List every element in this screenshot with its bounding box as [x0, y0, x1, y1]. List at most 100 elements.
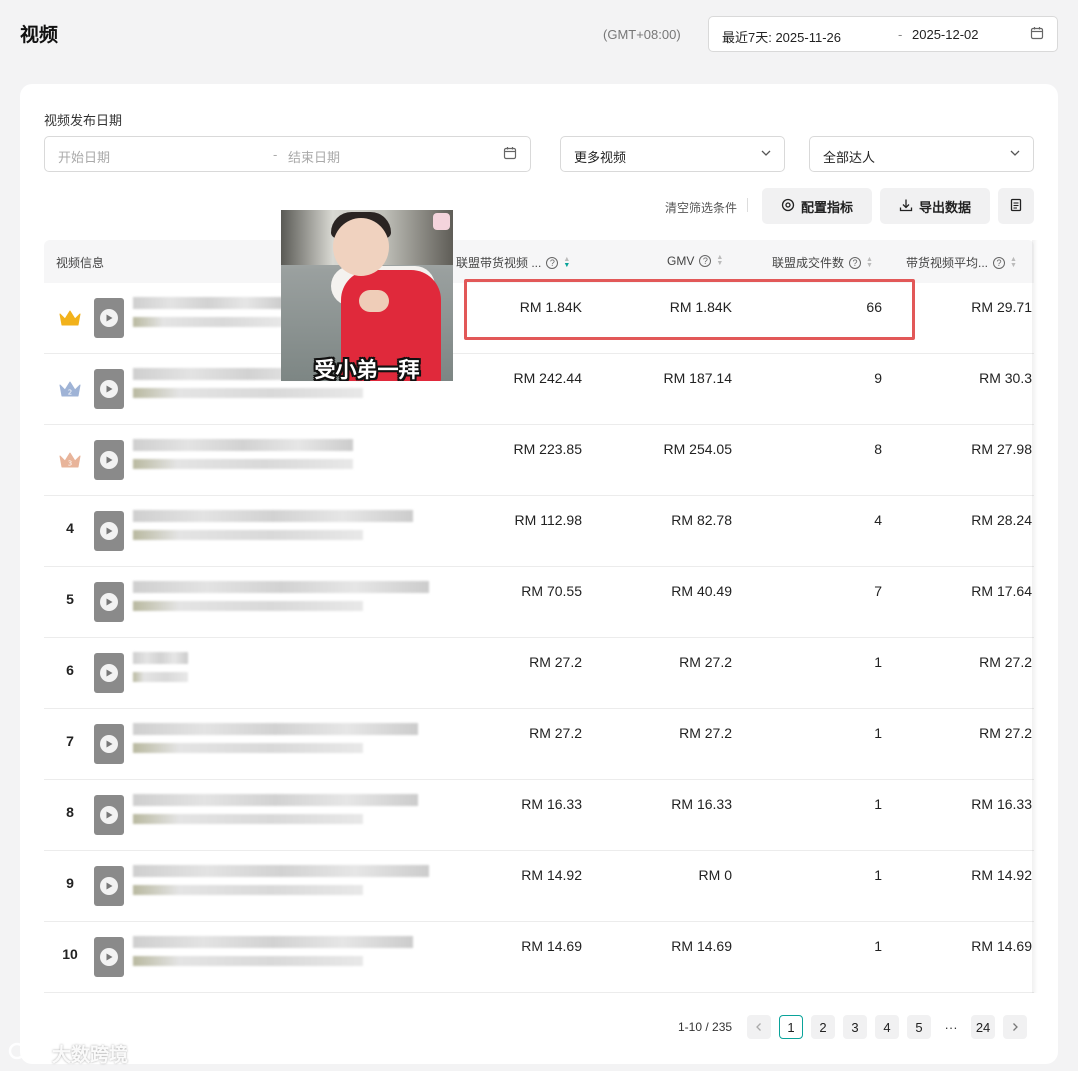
table-row[interactable]: 10 RM 14.69 RM 14.69 1 RM 14.69 [44, 922, 1034, 993]
config-metrics-button[interactable]: 配置指标 [762, 188, 872, 224]
prev-page-button[interactable] [747, 1015, 772, 1039]
video-title-blurred[interactable] [133, 794, 418, 806]
sort-icon[interactable]: ▲ ▼ [716, 254, 723, 267]
calendar-icon[interactable] [503, 146, 517, 163]
video-thumbnail[interactable] [94, 298, 124, 338]
play-icon[interactable] [100, 664, 118, 682]
table-row[interactable]: 4 RM 112.98 RM 82.78 4 RM 28.24 [44, 496, 1034, 567]
table-row[interactable]: 3 RM 223.85 RM 254.05 8 RM 27.98 [44, 425, 1034, 496]
play-icon[interactable] [100, 877, 118, 895]
table-row[interactable]: 6 RM 27.2 RM 27.2 1 RM 27.2 [44, 638, 1034, 709]
gear-icon [781, 198, 795, 215]
page-button-5[interactable]: 5 [907, 1015, 932, 1039]
cell-avg: RM 27.2 [979, 654, 1032, 670]
cell-gmv: RM 254.05 [663, 441, 732, 457]
table-scroll-shadow [1032, 240, 1038, 993]
video-title-blurred[interactable] [133, 297, 283, 309]
creator-select[interactable]: 全部达人 [809, 136, 1034, 172]
play-icon[interactable] [100, 522, 118, 540]
play-icon[interactable] [100, 948, 118, 966]
date-range-picker[interactable]: 最近7天: 2025-11-26 - 2025-12-02 [708, 16, 1058, 52]
column-affiliate-orders-label: 联盟成交件数 [772, 256, 845, 270]
rank-number: 4 [66, 520, 74, 536]
video-thumbnail[interactable] [94, 582, 124, 622]
page-button-1[interactable]: 1 [779, 1015, 804, 1039]
video-title-blurred[interactable] [133, 581, 429, 593]
creator-info-blurred [133, 601, 363, 611]
video-title-blurred[interactable] [133, 439, 353, 451]
column-avg[interactable]: 带货视频平均... ? ▲ ▼ [906, 254, 1017, 271]
cell-affiliate-orders: 4 [874, 512, 882, 528]
cell-affiliate-orders: 7 [874, 583, 882, 599]
page-button-2[interactable]: 2 [811, 1015, 836, 1039]
sort-icon[interactable]: ▲ ▼ [1010, 256, 1017, 269]
table-row[interactable]: 2 RM 242.44 RM 187.14 9 RM 30.3 [44, 354, 1034, 425]
table-row[interactable]: 9 RM 14.92 RM 0 1 RM 14.92 [44, 851, 1034, 922]
video-title-blurred[interactable] [133, 723, 418, 735]
page-button-4[interactable]: 4 [875, 1015, 900, 1039]
column-affiliate-revenue-label: 联盟带货视频 ... [456, 256, 542, 270]
creator-info-blurred [133, 317, 283, 327]
document-button[interactable] [998, 188, 1034, 224]
video-thumbnail[interactable] [94, 866, 124, 906]
cell-affiliate-revenue: RM 27.2 [529, 654, 582, 670]
page-button-last[interactable]: 24 [971, 1015, 996, 1039]
cell-affiliate-orders: 1 [874, 725, 882, 741]
play-icon[interactable] [100, 806, 118, 824]
help-icon[interactable]: ? [993, 256, 1006, 269]
video-title-blurred[interactable] [133, 510, 413, 522]
rank-number: 6 [66, 662, 74, 678]
table-row[interactable]: 8 RM 16.33 RM 16.33 1 RM 16.33 [44, 780, 1034, 851]
play-icon[interactable] [100, 309, 118, 327]
video-title-blurred[interactable] [133, 936, 413, 948]
video-type-value: 更多视频 [574, 150, 627, 165]
play-icon[interactable] [100, 593, 118, 611]
table-row[interactable]: 5 RM 70.55 RM 40.49 7 RM 17.64 [44, 567, 1034, 638]
creator-info-blurred [133, 672, 188, 682]
calendar-icon[interactable] [1030, 26, 1044, 43]
table-row[interactable]: RM 1.84K RM 1.84K 66 RM 29.71 [44, 283, 1034, 354]
cell-avg: RM 29.71 [971, 299, 1032, 315]
page-button-3[interactable]: 3 [843, 1015, 868, 1039]
cell-affiliate-revenue: RM 70.55 [521, 583, 582, 599]
date-range-separator: - [898, 27, 903, 42]
video-thumbnail[interactable] [94, 795, 124, 835]
video-thumbnail[interactable] [94, 724, 124, 764]
column-affiliate-revenue[interactable]: 联盟带货视频 ... ? ▲ ▼ [456, 254, 570, 271]
video-thumbnail[interactable] [94, 369, 124, 409]
start-date-placeholder: 开始日期 [58, 150, 111, 165]
video-card: 视频发布日期 开始日期 - 结束日期 更多视频 全部达人 清空筛选条件 配置指标… [20, 84, 1058, 1064]
help-icon[interactable]: ? [699, 255, 712, 267]
cell-affiliate-revenue: RM 242.44 [513, 370, 582, 386]
pagination: 1-10 / 235 1 2 3 4 5 ··· 24 [678, 1015, 1035, 1039]
play-icon[interactable] [100, 380, 118, 398]
table-row[interactable]: 7 RM 27.2 RM 27.2 1 RM 27.2 [44, 709, 1034, 780]
video-title-blurred[interactable] [133, 865, 429, 877]
cell-affiliate-orders: 8 [874, 441, 882, 457]
video-thumbnail[interactable] [94, 653, 124, 693]
cell-affiliate-revenue: RM 14.69 [521, 938, 582, 954]
video-thumbnail[interactable] [94, 440, 124, 480]
column-affiliate-orders[interactable]: 联盟成交件数 ? ▲ ▼ [772, 254, 873, 271]
help-icon[interactable]: ? [546, 256, 559, 269]
rank-number: 9 [66, 875, 74, 891]
export-data-button[interactable]: 导出数据 [880, 188, 990, 224]
cell-affiliate-revenue: RM 27.2 [529, 725, 582, 741]
cell-affiliate-revenue: RM 16.33 [521, 796, 582, 812]
sort-icon[interactable]: ▲ ▼ [563, 256, 570, 269]
video-thumbnail[interactable] [94, 511, 124, 551]
help-icon[interactable]: ? [849, 256, 862, 269]
document-icon [1009, 198, 1023, 215]
video-title-blurred[interactable] [133, 652, 188, 664]
date-separator: - [273, 147, 278, 162]
play-icon[interactable] [100, 451, 118, 469]
clear-filters-link[interactable]: 清空筛选条件 [665, 199, 737, 216]
play-icon[interactable] [100, 735, 118, 753]
video-thumbnail[interactable] [94, 937, 124, 977]
next-page-button[interactable] [1003, 1015, 1028, 1039]
sort-icon[interactable]: ▲ ▼ [866, 256, 873, 269]
video-type-select[interactable]: 更多视频 [560, 136, 785, 172]
column-gmv[interactable]: GMV ? ▲ ▼ [667, 254, 723, 268]
rank-number: 2 [68, 389, 72, 397]
publish-date-range-input[interactable]: 开始日期 - 结束日期 [44, 136, 531, 172]
